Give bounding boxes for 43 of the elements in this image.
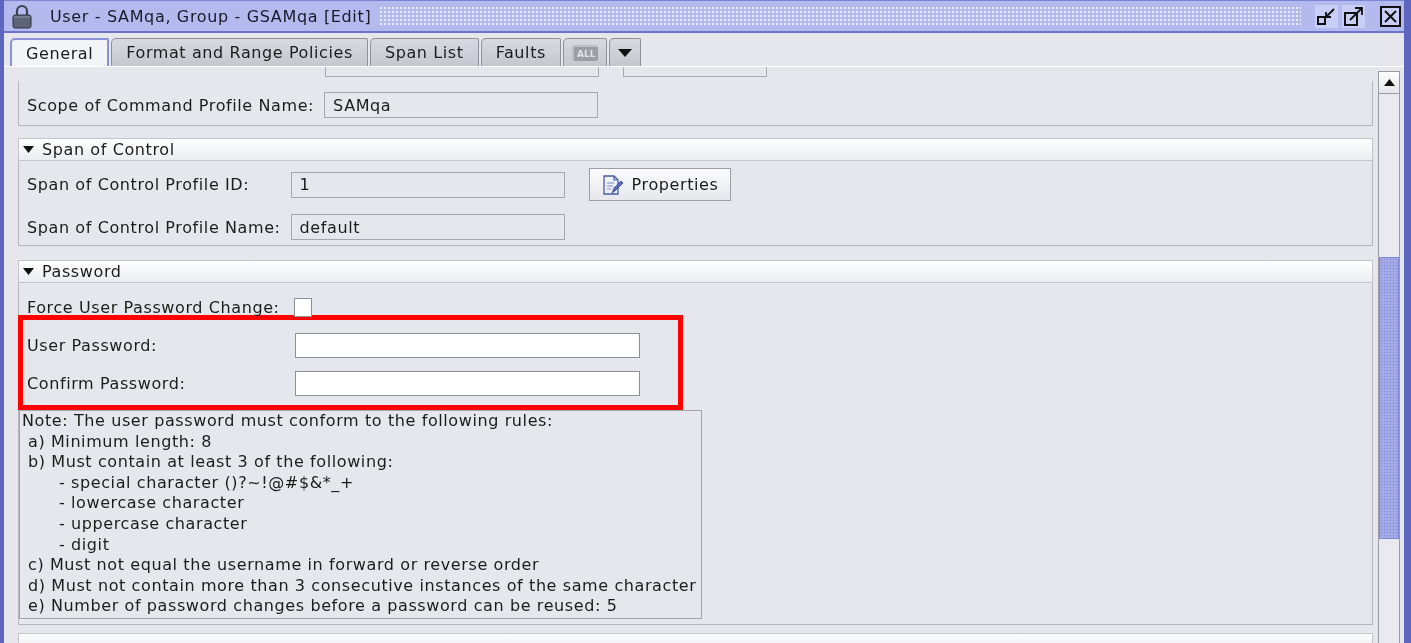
scroll-up-button[interactable]: [1379, 72, 1399, 94]
restore-icon[interactable]: [1315, 4, 1338, 28]
tab[interactable]: Faults: [480, 38, 561, 66]
close-icon[interactable]: [1380, 5, 1401, 27]
note-text: a) Minimum length: 8: [28, 431, 214, 453]
note-text: d) Must not contain more than 3 consecutive instances of the same character: [28, 575, 698, 597]
caret-icon: [618, 48, 633, 57]
section-header[interactable]: [18, 632, 1373, 643]
checkbox[interactable]: [293, 298, 312, 317]
tab[interactable]: Format and Range Policies: [111, 38, 368, 66]
window-title: User - SAMqa, Group - GSAMqa [Edit]: [50, 6, 372, 26]
password-field[interactable]: [295, 371, 640, 396]
input-field[interactable]: [325, 67, 599, 77]
field-label: Span of Control Profile ID:: [27, 175, 251, 194]
up-arrow-icon: [1383, 79, 1395, 86]
note-text: Note: The user password must conform to the following rules:: [22, 411, 554, 432]
note-text: - digit: [59, 534, 111, 556]
scrollbar-thumb[interactable]: [1379, 257, 1399, 539]
note-text: - special character ()?~!@#$&*_+: [59, 472, 355, 494]
text-field[interactable]: 1: [290, 171, 565, 198]
text-field[interactable]: SAMqa: [324, 92, 599, 118]
lock-icon: [12, 3, 32, 29]
field-label: User Password:: [27, 336, 159, 355]
section-header[interactable]: Password: [18, 260, 1373, 283]
maximize-icon[interactable]: [1342, 4, 1365, 28]
note-text: b) Must contain at least 3 of the following:: [28, 452, 395, 473]
text-field[interactable]: default: [290, 214, 565, 240]
note-text: - lowercase character: [59, 493, 246, 514]
tab[interactable]: General: [10, 38, 110, 66]
field-label: Force User Password Change:: [27, 298, 280, 317]
document-edit-icon: [600, 173, 623, 196]
field-label: Scope of Command Profile Name:: [27, 95, 315, 115]
password-field[interactable]: [295, 333, 640, 358]
scrollbar[interactable]: [1378, 71, 1400, 643]
tab[interactable]: Span List: [369, 38, 479, 66]
tab-menu-button[interactable]: [609, 38, 642, 66]
section-header[interactable]: Span of Control: [18, 138, 1373, 161]
note-text: e) Number of password changes before a password can be reused: 5: [28, 596, 619, 617]
field-label: Confirm Password:: [27, 374, 187, 393]
properties-button[interactable]: Properties: [588, 168, 732, 201]
note-text: - uppercase character: [59, 513, 249, 535]
note-text: c) Must not equal the username in forward or reverse order: [28, 555, 541, 576]
field-label: Span of Control Profile Name:: [27, 217, 281, 237]
